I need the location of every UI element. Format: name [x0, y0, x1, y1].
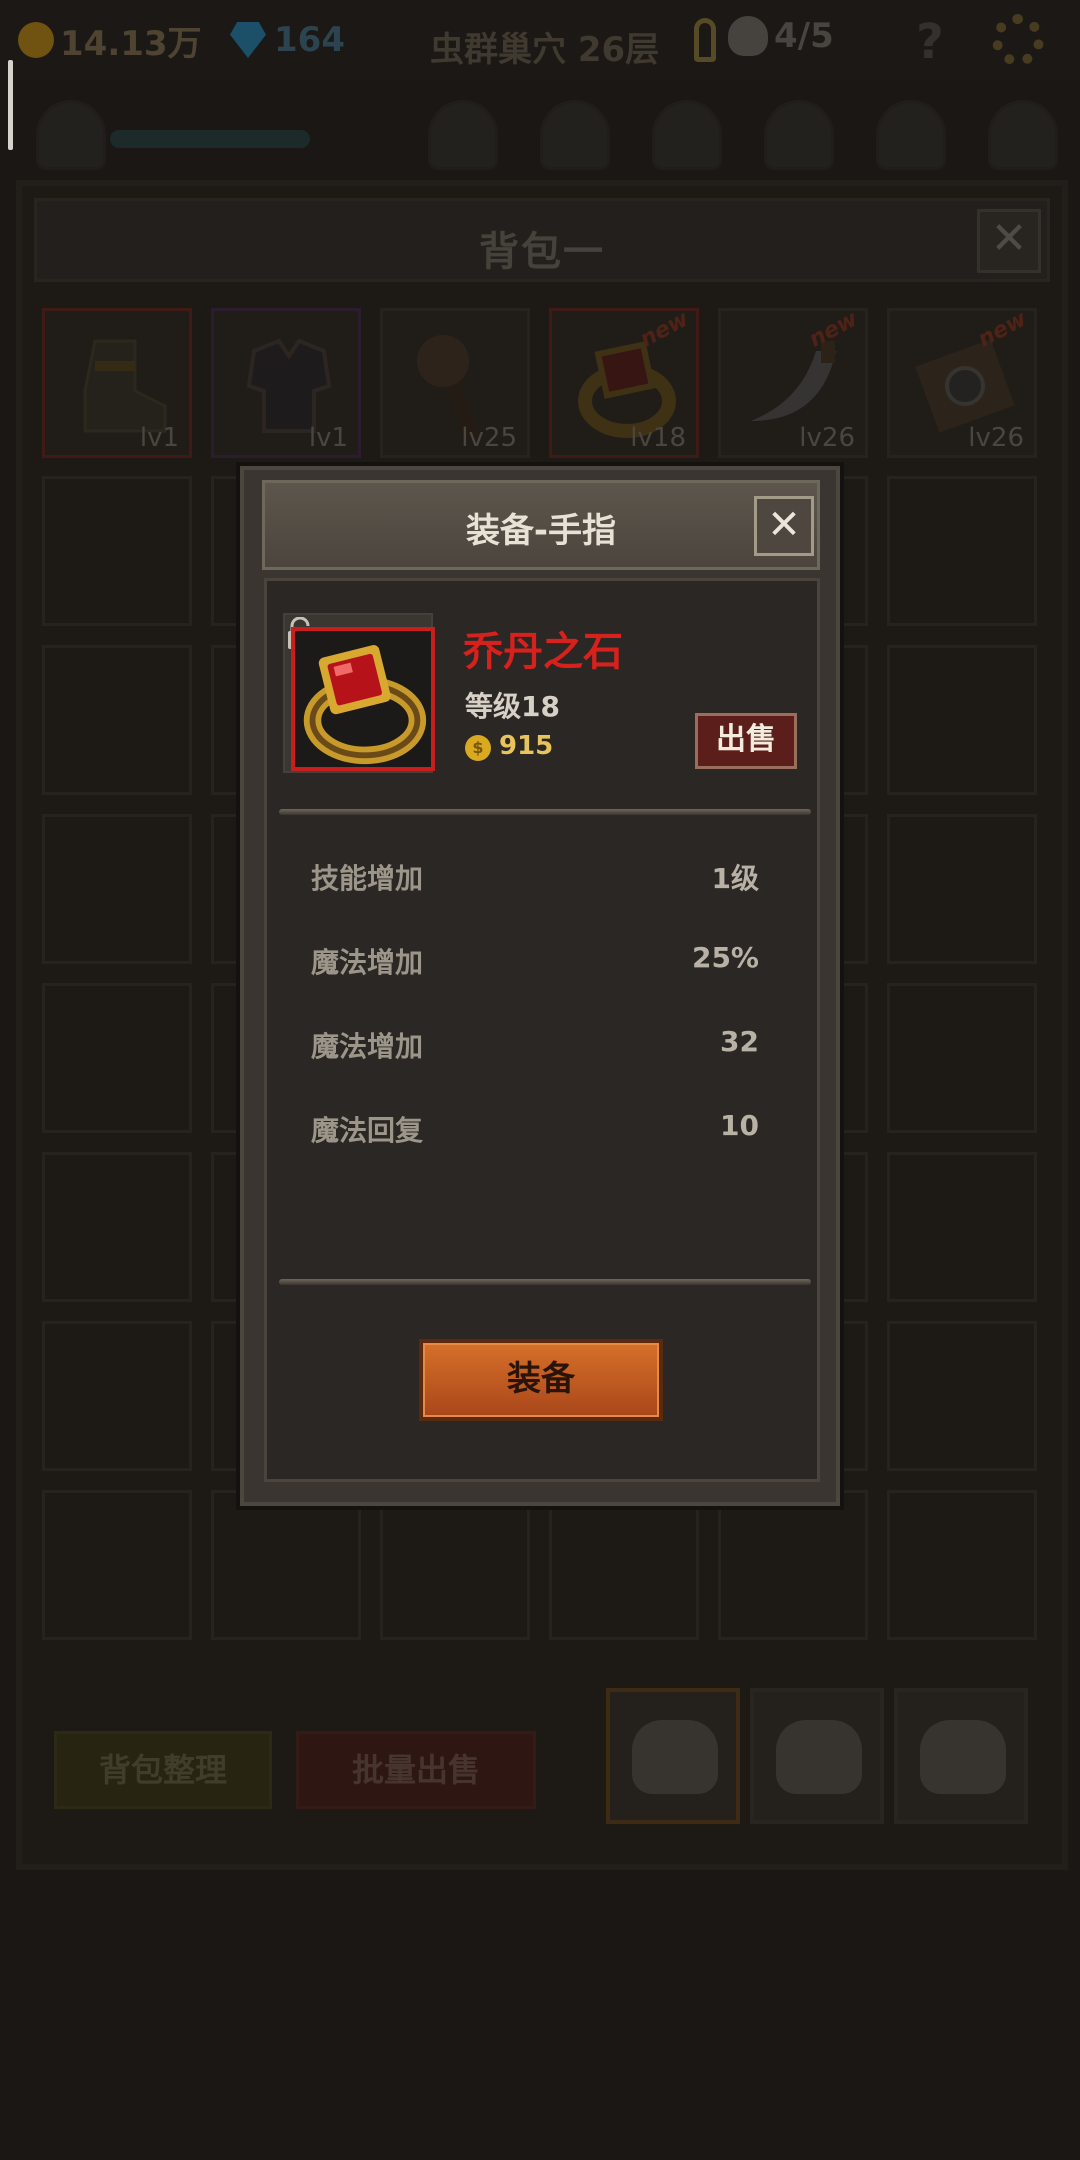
dialog-header: 装备-手指: [262, 480, 820, 570]
stat-label: 技能增加: [311, 862, 424, 895]
stat-row: 魔法增加 25%: [311, 941, 759, 985]
stat-label: 魔法增加: [311, 946, 424, 979]
stat-label: 魔法回复: [311, 1114, 424, 1147]
item-icon-box: [283, 613, 435, 773]
equip-button[interactable]: 装备: [419, 1339, 663, 1421]
item-name: 乔丹之石: [463, 629, 623, 675]
item-price: 915: [499, 731, 554, 761]
stat-value: 1级: [711, 862, 759, 895]
dialog-body: 乔丹之石 等级18 $ 915 出售 技能增加 1级 魔法增加 25% 魔法增加…: [264, 578, 820, 1482]
stat-value: 25%: [691, 941, 759, 974]
stat-value: 32: [720, 1025, 759, 1058]
stat-label: 魔法增加: [311, 1030, 424, 1063]
coin-icon: $: [465, 735, 491, 761]
sell-button[interactable]: 出售: [695, 713, 797, 769]
equipment-detail-dialog: 装备-手指 ✕ 乔丹之石 等级18 $ 915 出售 技能增加 1级 魔法增加 …: [236, 462, 844, 1510]
game-screen: 14.13万 164 虫群巢穴 26层 4/5 ? 背包一 ✕ lv1 lv1 …: [0, 0, 1080, 2160]
stat-row: 魔法增加 32: [311, 1025, 759, 1069]
dialog-title: 装备-手指: [465, 511, 617, 551]
dialog-close-button[interactable]: ✕: [754, 496, 814, 556]
ring-icon: [303, 645, 427, 765]
stat-value: 10: [720, 1109, 759, 1142]
item-icon-frame: [291, 627, 435, 771]
stat-row: 魔法回复 10: [311, 1109, 759, 1153]
divider: [279, 809, 811, 815]
divider: [279, 1279, 811, 1285]
stat-row: 技能增加 1级: [311, 857, 759, 901]
item-level: 等级18: [465, 690, 560, 723]
